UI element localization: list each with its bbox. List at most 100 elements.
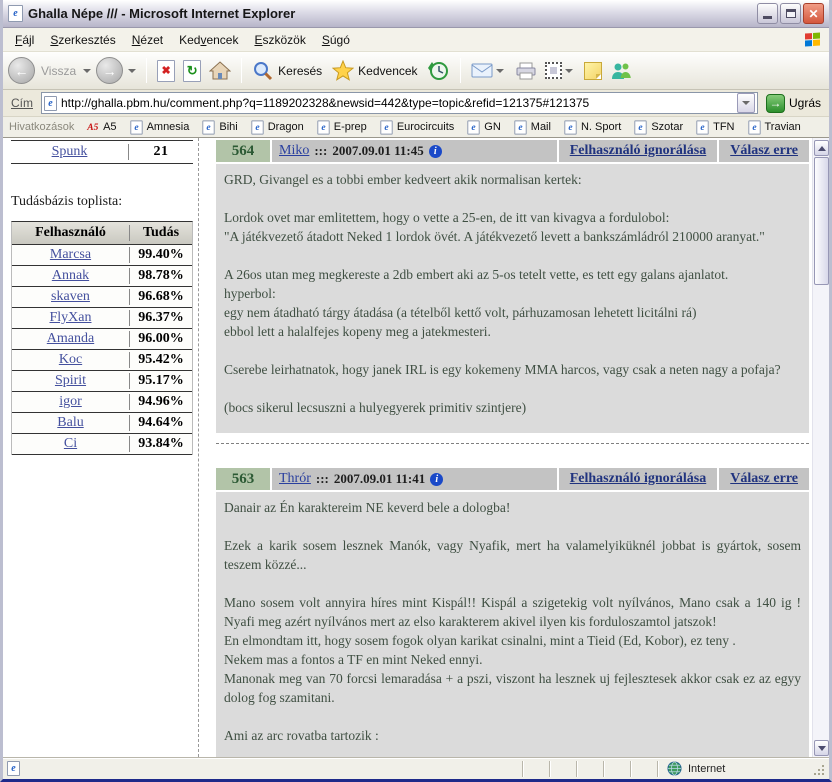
back-dropdown-icon[interactable] <box>83 69 91 73</box>
user-link[interactable]: FlyXan <box>50 310 92 325</box>
link-dragon[interactable]: Dragon <box>251 120 304 135</box>
reply-link[interactable]: Válasz erre <box>719 468 809 490</box>
user-link[interactable]: Ci <box>64 436 77 451</box>
page-icon <box>130 120 142 134</box>
links-bar-label: Hivatkozások <box>9 121 74 133</box>
forward-dropdown-icon[interactable] <box>128 69 136 73</box>
go-button[interactable]: → Ugrás <box>762 94 825 113</box>
user-link[interactable]: skaven <box>51 289 90 304</box>
author-link[interactable]: Miko <box>279 143 309 159</box>
edit-dropdown-icon[interactable] <box>565 69 573 73</box>
user-link[interactable]: Marcsa <box>50 247 91 262</box>
refresh-button[interactable] <box>180 60 204 82</box>
search-button[interactable]: Keresés <box>249 60 327 82</box>
chevron-up-icon <box>818 146 826 151</box>
score-cell: 96.68% <box>130 289 192 305</box>
user-cell: Spunk <box>11 144 129 160</box>
edit-button[interactable] <box>542 62 579 79</box>
close-button[interactable]: ✕ <box>803 3 824 24</box>
status-pane <box>522 761 549 777</box>
history-button[interactable] <box>425 60 453 82</box>
favorites-button[interactable]: Kedvencek <box>329 60 422 81</box>
address-url[interactable]: http://ghalla.pbm.hu/comment.php?q=11892… <box>61 96 737 110</box>
user-link[interactable]: Spunk <box>52 144 88 159</box>
status-pane <box>630 761 657 777</box>
forward-button[interactable]: → <box>96 57 123 84</box>
menu-view[interactable]: Nézet <box>124 30 171 50</box>
user-link[interactable]: Spirit <box>55 373 86 388</box>
reply-link[interactable]: Válasz erre <box>719 140 809 162</box>
link-bihi[interactable]: Bihi <box>202 120 237 135</box>
discuss-button[interactable] <box>581 62 605 80</box>
mail-dropdown-icon[interactable] <box>496 69 504 73</box>
browser-window: Ghalla Népe /// - Microsoft Internet Exp… <box>0 0 832 782</box>
link-label: Amnesia <box>147 121 190 133</box>
scroll-down-button[interactable] <box>814 740 829 756</box>
link-travian[interactable]: Travian <box>748 120 801 135</box>
link-amnesia[interactable]: Amnesia <box>130 120 190 135</box>
ignore-user-link[interactable]: Felhasználó ignorálása <box>559 468 718 490</box>
vertical-scrollbar[interactable] <box>812 138 829 757</box>
ignore-user-link[interactable]: Felhasználó ignorálása <box>559 140 718 162</box>
scroll-up-button[interactable] <box>814 140 829 156</box>
toplist-row: Ci93.84% <box>12 434 192 455</box>
user-link[interactable]: Balu <box>57 415 83 430</box>
page-icon <box>251 120 263 134</box>
link-eurocircuits[interactable]: Eurocircuits <box>380 120 454 135</box>
score-cell: 94.64% <box>130 415 192 431</box>
home-button[interactable] <box>206 61 234 81</box>
link-label: TFN <box>713 121 734 133</box>
address-input[interactable]: http://ghalla.pbm.hu/comment.php?q=11892… <box>41 92 758 114</box>
messenger-button[interactable] <box>607 62 635 80</box>
post-number: 564 <box>216 140 270 162</box>
link-nsport[interactable]: N. Sport <box>564 120 621 135</box>
print-button[interactable] <box>512 62 540 80</box>
mail-icon <box>471 63 493 78</box>
menu-help[interactable]: Súgó <box>314 30 358 50</box>
score-cell: 94.96% <box>130 394 192 410</box>
score-cell: 95.17% <box>130 373 192 389</box>
stop-button[interactable] <box>154 60 178 82</box>
minimize-button[interactable] <box>757 3 778 24</box>
menu-file[interactable]: Fájl <box>7 30 42 50</box>
post-body: GRD, Givangel es a tobbi ember kedveert … <box>216 164 809 433</box>
user-link[interactable]: igor <box>59 394 82 409</box>
status-pane <box>576 761 603 777</box>
link-gn[interactable]: GN <box>467 120 501 135</box>
page-status-icon <box>7 761 20 776</box>
meta-separator: ::: <box>316 471 329 487</box>
ie-app-icon <box>8 5 23 22</box>
user-link[interactable]: Annak <box>52 268 89 283</box>
home-icon <box>209 61 231 81</box>
column-header: Felhasználó <box>12 225 130 241</box>
author-link[interactable]: Thrór <box>279 471 311 487</box>
link-tfn[interactable]: TFN <box>696 120 734 135</box>
maximize-button[interactable] <box>780 3 801 24</box>
link-label: N. Sport <box>581 121 621 133</box>
link-szotar[interactable]: Szotar <box>634 120 683 135</box>
user-link[interactable]: Amanda <box>47 331 94 346</box>
mail-button[interactable] <box>468 63 510 78</box>
security-zone-pane: Internet <box>657 761 807 777</box>
address-dropdown-button[interactable] <box>737 93 755 113</box>
menu-favorites[interactable]: Kedvencek <box>171 30 246 50</box>
menu-edit[interactable]: Szerkesztés <box>42 30 123 50</box>
info-icon[interactable]: i <box>429 145 442 158</box>
link-eprep[interactable]: E-prep <box>317 120 367 135</box>
toplist-row: igor 94.96% <box>12 392 192 413</box>
post-number: 563 <box>216 468 270 490</box>
page-icon <box>696 120 708 134</box>
link-a5[interactable]: A5 <box>87 121 116 133</box>
link-label: GN <box>484 121 501 133</box>
back-button[interactable]: ← <box>8 57 35 84</box>
link-mail[interactable]: Mail <box>514 120 551 135</box>
user-link[interactable]: Koc <box>59 352 82 367</box>
history-icon <box>428 60 450 82</box>
page-icon <box>514 120 526 134</box>
refresh-icon <box>183 60 201 82</box>
scrollbar-thumb[interactable] <box>814 157 829 285</box>
menu-tools[interactable]: Eszközök <box>246 30 313 50</box>
post-list: 564 Miko ::: 2007.09.01 11:45 i Felhaszn… <box>216 140 809 757</box>
info-icon[interactable]: i <box>430 473 443 486</box>
resize-grip[interactable] <box>811 762 825 776</box>
